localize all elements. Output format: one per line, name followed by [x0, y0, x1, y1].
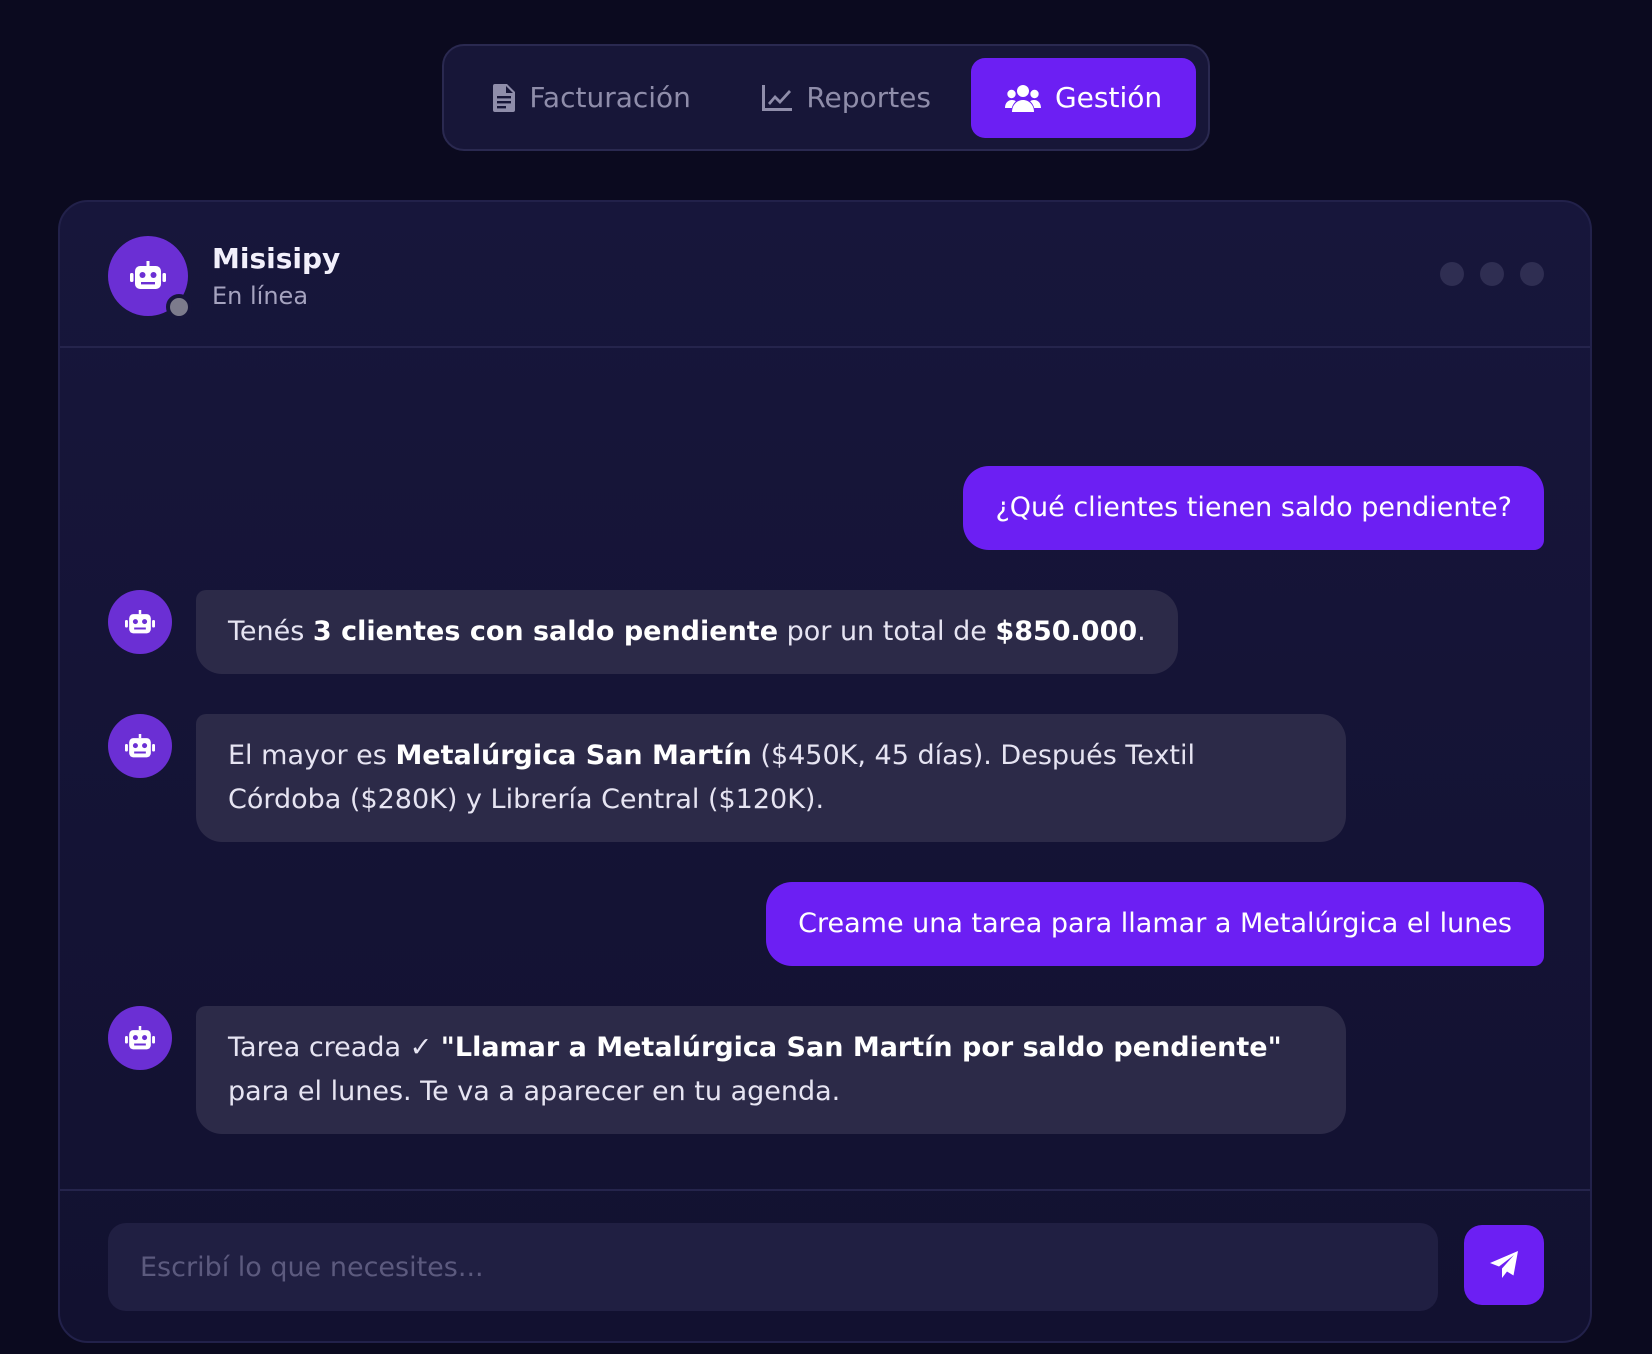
robot-icon — [125, 1025, 155, 1049]
message-highlight: 3 clientes con saldo pendiente — [312, 616, 779, 647]
robot-icon — [125, 609, 155, 633]
line-chart-icon — [762, 84, 793, 111]
tab-label: Reportes — [806, 81, 931, 114]
users-icon — [1004, 84, 1041, 112]
status-indicator — [166, 294, 192, 320]
tab-switcher: Facturación Reportes Gestión — [442, 44, 1210, 151]
bot-name: Misisipy — [212, 242, 341, 275]
message-text: Tenés — [228, 616, 313, 647]
message-highlight: Metalúrgica San Martín — [395, 740, 752, 771]
message-input[interactable] — [108, 1223, 1438, 1311]
bot-message: Tarea creada ✓ "Llamar a Metalúrgica San… — [196, 1006, 1346, 1134]
robot-icon — [125, 733, 155, 757]
tab-facturacion[interactable]: Facturación — [456, 58, 728, 138]
robot-icon — [130, 261, 166, 289]
tab-gestion[interactable]: Gestión — [971, 57, 1197, 138]
bot-message-avatar — [108, 1006, 172, 1070]
tab-reportes[interactable]: Reportes — [728, 58, 965, 138]
tab-label: Gestión — [1054, 81, 1163, 114]
window-controls — [1440, 262, 1544, 286]
bot-message-avatar — [108, 590, 172, 654]
message-text: para el lunes. Te va a aparecer en tu ag… — [228, 1076, 841, 1107]
message-highlight: $850.000 — [995, 616, 1138, 647]
paper-plane-icon — [1490, 1251, 1518, 1278]
file-invoice-icon — [493, 83, 516, 112]
bot-message: El mayor es Metalúrgica San Martín ($450… — [196, 714, 1346, 842]
bot-status: En línea — [212, 282, 309, 310]
bot-message-avatar — [108, 714, 172, 778]
user-message: ¿Qué clientes tienen saldo pendiente? — [963, 466, 1544, 550]
message-text: El mayor es — [228, 740, 396, 771]
message-text: Creame una tarea para llamar a Metalúrgi… — [798, 908, 1512, 939]
tab-label: Facturación — [529, 81, 691, 114]
message-text: Tarea creada ✓ — [228, 1032, 441, 1063]
message-text: . — [1137, 616, 1146, 647]
user-message: Creame una tarea para llamar a Metalúrgi… — [766, 882, 1544, 966]
message-text: ¿Qué clientes tienen saldo pendiente? — [995, 492, 1512, 523]
chat-header: Misisipy En línea — [60, 202, 1590, 348]
message-composer — [60, 1189, 1590, 1341]
bot-message: Tenés 3 clientes con saldo pendiente por… — [196, 590, 1178, 674]
message-text: por un total de — [778, 616, 996, 647]
window-dot[interactable] — [1520, 262, 1544, 286]
window-dot[interactable] — [1440, 262, 1464, 286]
window-dot[interactable] — [1480, 262, 1504, 286]
send-button[interactable] — [1464, 1225, 1544, 1305]
chat-window: Misisipy En línea ¿Qué clientes tienen s… — [58, 200, 1592, 1343]
message-highlight: "Llamar a Metalúrgica San Martín por sal… — [440, 1032, 1282, 1063]
